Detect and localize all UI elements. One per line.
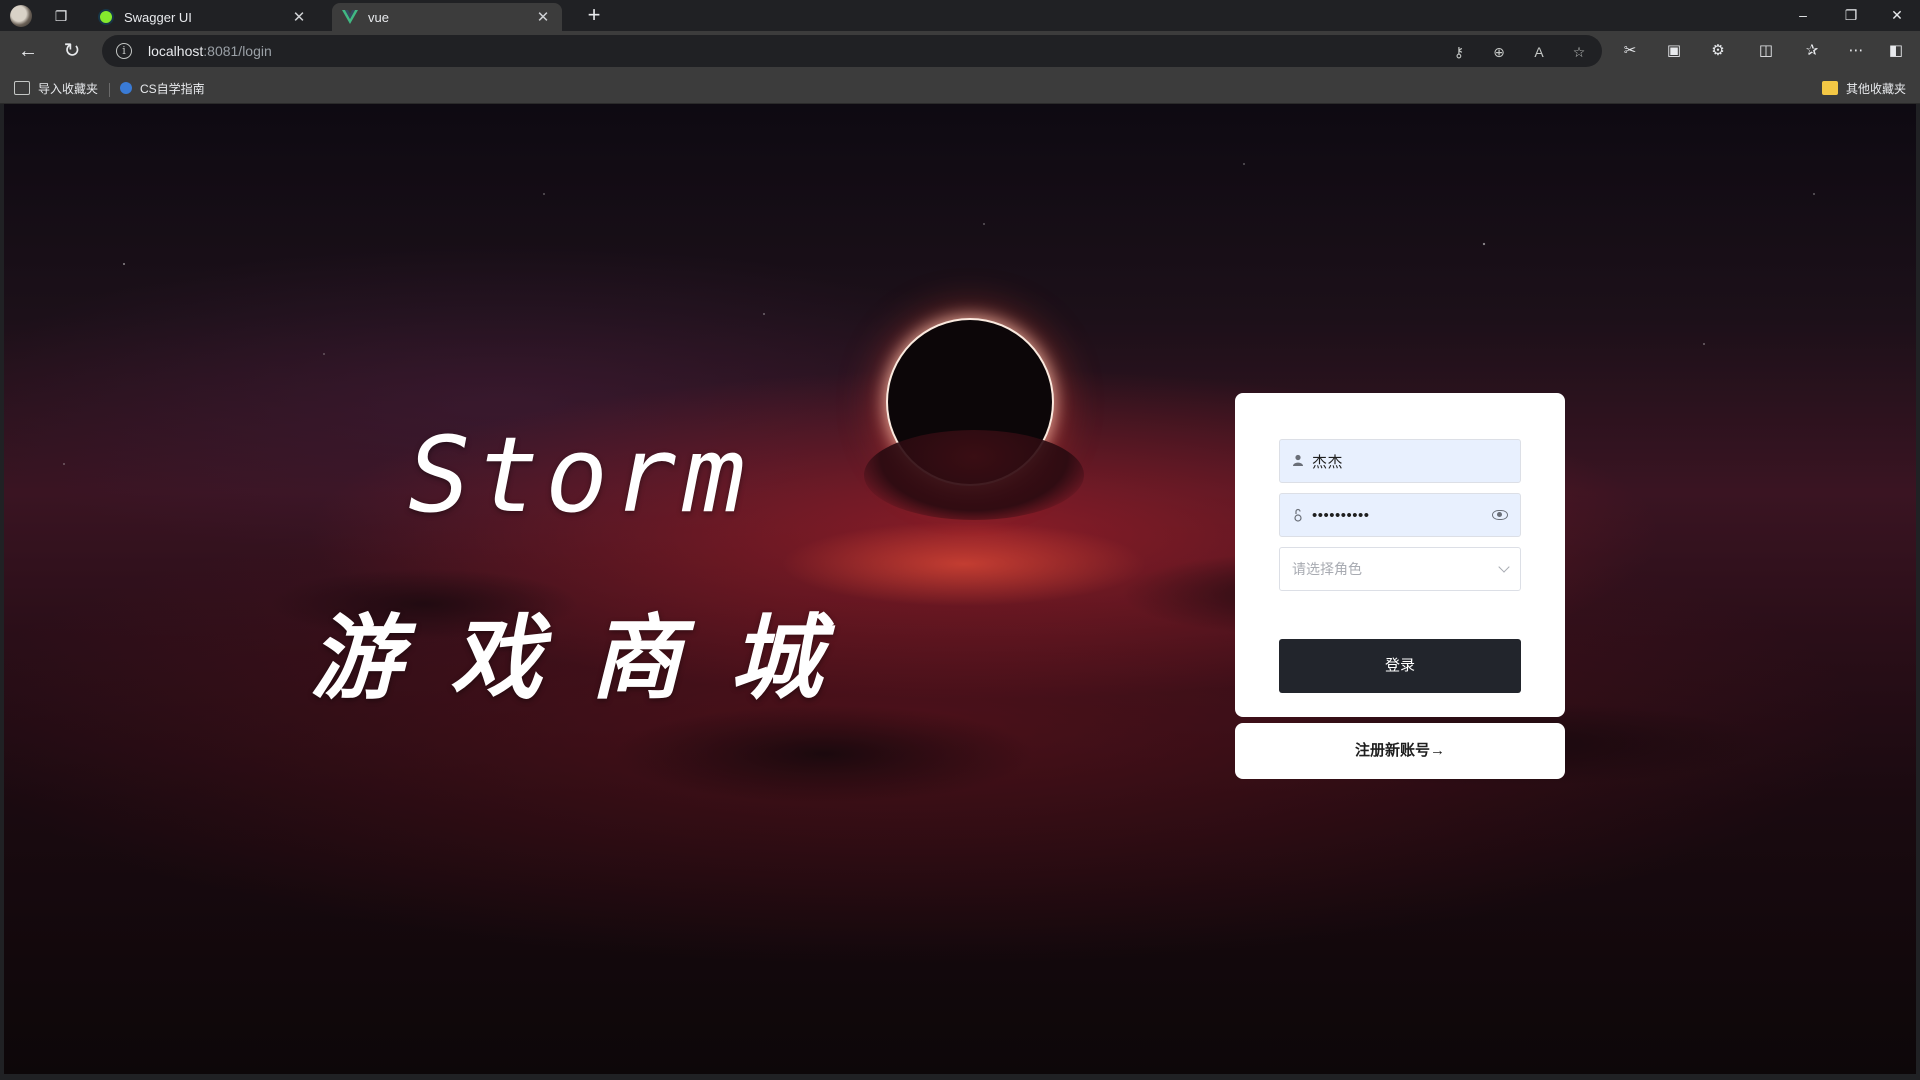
favorite-star-icon[interactable]: ☆ bbox=[1570, 43, 1588, 61]
close-icon[interactable]: ✕ bbox=[534, 8, 552, 26]
close-icon[interactable]: ✕ bbox=[290, 8, 308, 26]
other-bookmarks[interactable]: 其他收藏夹 bbox=[1822, 78, 1906, 98]
hero-subtitle: 游戏商城 bbox=[310, 604, 871, 712]
tab-actions-icon[interactable]: ❐ bbox=[52, 7, 70, 25]
role-placeholder: 请选择角色 bbox=[1292, 561, 1362, 577]
favorites-icon[interactable]: ✰ bbox=[1802, 41, 1822, 61]
url-host: localhost bbox=[148, 43, 204, 59]
tab-vue[interactable]: vue ✕ bbox=[332, 3, 562, 31]
restore-button[interactable]: ❐ bbox=[1828, 0, 1874, 31]
cloud-overlay bbox=[864, 430, 1084, 520]
password-field[interactable]: •••••••••• bbox=[1279, 493, 1521, 537]
scissors-icon[interactable]: ✂ bbox=[1620, 41, 1640, 61]
register-link[interactable]: 注册新账号→ bbox=[1235, 723, 1565, 779]
bookmark-label: 其他收藏夹 bbox=[1846, 81, 1907, 96]
key-icon[interactable]: ⚷ bbox=[1450, 43, 1468, 61]
bookmark-label: CS自学指南 bbox=[140, 81, 205, 96]
split-screen-icon[interactable]: ◫ bbox=[1756, 41, 1776, 61]
lock-icon bbox=[1292, 508, 1304, 522]
bookmark-label: 导入收藏夹 bbox=[38, 81, 99, 96]
cs-favicon-icon bbox=[120, 82, 132, 94]
tab-title: vue bbox=[368, 9, 389, 25]
close-window-button[interactable]: ✕ bbox=[1874, 0, 1920, 31]
tab-title: Swagger UI bbox=[124, 9, 192, 25]
profile-avatar[interactable] bbox=[10, 5, 32, 27]
extensions-icon[interactable]: ⚙ bbox=[1708, 41, 1728, 61]
login-page: Storm 游戏商城 杰杰 •••••••••• 请选择角色 登录 注册新账号→ bbox=[4, 104, 1916, 1074]
chevron-down-icon bbox=[1498, 561, 1510, 573]
read-aloud-icon[interactable]: A bbox=[1530, 43, 1548, 61]
back-button[interactable]: ← bbox=[14, 37, 42, 65]
address-bar[interactable]: i localhost:8081/login ⚷ ⊕ A ☆ bbox=[102, 35, 1602, 67]
user-icon bbox=[1292, 454, 1304, 468]
more-menu-icon[interactable]: ⋯ bbox=[1846, 41, 1866, 61]
background-clouds bbox=[4, 524, 1916, 844]
reload-button[interactable]: ↻ bbox=[58, 37, 86, 65]
toolbar: ← ↻ i localhost:8081/login ⚷ ⊕ A ☆ ✂ ▣ ⚙… bbox=[0, 31, 1920, 71]
login-form: 杰杰 •••••••••• 请选择角色 登录 bbox=[1235, 393, 1565, 717]
role-select[interactable]: 请选择角色 bbox=[1279, 547, 1521, 591]
bookmark-cs[interactable]: CS自学指南 bbox=[120, 78, 205, 98]
login-button[interactable]: 登录 bbox=[1279, 639, 1521, 693]
bookmark-import[interactable]: 导入收藏夹 bbox=[14, 78, 98, 98]
bookmarks-bar: 导入收藏夹 CS自学指南 其他收藏夹 bbox=[0, 71, 1920, 104]
vue-favicon-icon bbox=[342, 9, 358, 25]
minimize-button[interactable]: – bbox=[1780, 0, 1826, 31]
show-password-eye-icon[interactable] bbox=[1492, 510, 1508, 520]
zoom-icon[interactable]: ⊕ bbox=[1490, 43, 1508, 61]
username-field[interactable]: 杰杰 bbox=[1279, 439, 1521, 483]
hero-title: Storm bbox=[408, 414, 752, 536]
new-tab-button[interactable]: + bbox=[582, 4, 606, 28]
screenshot-icon[interactable]: ▣ bbox=[1664, 41, 1684, 61]
tab-swagger[interactable]: Swagger UI ✕ bbox=[88, 3, 318, 31]
username-value: 杰杰 bbox=[1312, 453, 1344, 471]
import-icon bbox=[14, 81, 30, 95]
folder-icon bbox=[1822, 81, 1838, 95]
tab-strip: ❐ Swagger UI ✕ vue ✕ + – ❐ ✕ bbox=[0, 0, 1920, 31]
bookmark-divider bbox=[109, 83, 110, 97]
window-border bbox=[0, 1074, 1920, 1080]
sidebar-icon[interactable]: ◧ bbox=[1886, 41, 1906, 61]
url-path: :8081/login bbox=[203, 43, 272, 59]
password-value: •••••••••• bbox=[1312, 506, 1370, 524]
site-info-icon[interactable]: i bbox=[116, 43, 132, 59]
swagger-favicon-icon bbox=[98, 9, 114, 25]
